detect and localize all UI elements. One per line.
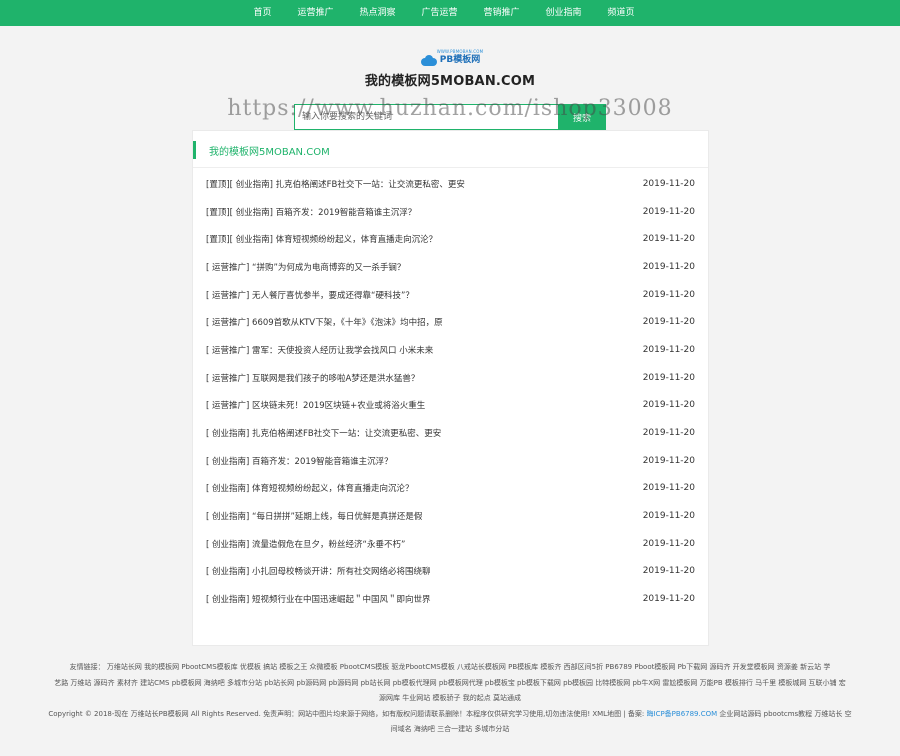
list-item[interactable]: [置顶][ 创业指南] 百箱齐发：2019智能音箱谁主沉浮？ 2019-11-20 bbox=[206, 198, 695, 226]
article-date: 2019-11-20 bbox=[642, 455, 695, 466]
list-item[interactable]: [ 运营推广] 互联网是我们孩子的哆啦A梦还是洪水猛兽？ 2019-11-20 bbox=[206, 364, 695, 392]
article-title[interactable]: [ 创业指南] 百箱齐发：2019智能音箱谁主沉浮？ bbox=[206, 455, 393, 467]
article-title[interactable]: [ 运营推广] 雷军：天使投资人经历让我学会找风口 小米未来 bbox=[206, 344, 433, 356]
list-item[interactable]: [ 创业指南] 小扎回母校畅谈开讲：所有社交网络必将围绕聊 2019-11-20 bbox=[206, 558, 695, 586]
site-logo[interactable]: WWW.PBMOBAN.COM PB模板网 bbox=[417, 49, 484, 66]
list-item[interactable]: [ 运营推广] 区块链未死！2019区块链+农业或将浴火重生 2019-11-20 bbox=[206, 392, 695, 420]
article-title[interactable]: [ 运营推广] 无人餐厅喜忧参半，要成还得靠“硬科技”？ bbox=[206, 289, 414, 301]
article-date: 2019-11-20 bbox=[642, 317, 695, 328]
footer: 友情链接： 万维站长网 我的模板网 PbootCMS模板库 优模板 搞站 模板之… bbox=[0, 660, 900, 738]
friend-links-line[interactable]: 友情链接： 万维站长网 我的模板网 PbootCMS模板库 优模板 搞站 模板之… bbox=[2, 660, 898, 676]
article-date: 2019-11-20 bbox=[642, 483, 695, 494]
footer-extra-links[interactable]: 间域名 海纳吧 三合一建站 多城市分站 bbox=[2, 722, 898, 738]
list-item[interactable]: [置顶][ 创业指南] 体育短视频纷纷起义，体育直播走向沉沦？ 2019-11-2… bbox=[206, 225, 695, 253]
article-date: 2019-11-20 bbox=[642, 178, 695, 189]
list-item[interactable]: [ 创业指南] 短视频行业在中国迅速崛起＂中国风＂即向世界 2019-11-20 bbox=[206, 585, 695, 613]
list-item[interactable]: [ 运营推广] 6609首歌从KTV下架，《十年》《泡沫》均中招，原 2019-1… bbox=[206, 308, 695, 336]
list-item[interactable]: [ 运营推广] 雷军：天使投资人经历让我学会找风口 小米未来 2019-11-20 bbox=[206, 336, 695, 364]
nav-item-ads[interactable]: 广告运营 bbox=[408, 0, 470, 26]
article-date: 2019-11-20 bbox=[642, 372, 695, 383]
article-title[interactable]: [ 运营推广] 区块链未死！2019区块链+农业或将浴火重生 bbox=[206, 399, 425, 411]
icp-link[interactable]: 晦ICP备PB6789.COM bbox=[647, 710, 718, 718]
article-title[interactable]: [ 运营推广] 6609首歌从KTV下架，《十年》《泡沫》均中招，原 bbox=[206, 316, 443, 328]
list-item[interactable]: [ 创业指南] “每日拼拼”延期上线，每日优鲜是真拼还是假 2019-11-20 bbox=[206, 502, 695, 530]
friend-links-line[interactable]: 艺路 万维站 源码齐 素材齐 建站CMS pb模板网 海纳吧 多城市分站 pb站… bbox=[2, 676, 898, 692]
copyright-tail[interactable]: 企业网站源码 pbootcms教程 万维站长 空 bbox=[719, 710, 851, 718]
search-bar: 搜索 bbox=[0, 104, 900, 130]
article-title[interactable]: [ 创业指南] 流量造假危在旦夕，粉丝经济“永垂不朽” bbox=[206, 538, 405, 550]
article-title[interactable]: [ 创业指南] 小扎回母校畅谈开讲：所有社交网络必将围绕聊 bbox=[206, 565, 431, 577]
article-date: 2019-11-20 bbox=[642, 206, 695, 217]
friend-links-line[interactable]: 源网库 牛业网站 模板骄子 我的起点 莫站通成 bbox=[2, 691, 898, 707]
article-date: 2019-11-20 bbox=[642, 289, 695, 300]
nav-item-marketing[interactable]: 营销推广 bbox=[471, 0, 533, 26]
nav-item-operation[interactable]: 运营推广 bbox=[284, 0, 346, 26]
article-panel: 我的模板网5MOBAN.COM [置顶][ 创业指南] 扎克伯格阐述FB社交下一… bbox=[192, 130, 709, 646]
panel-header: 我的模板网5MOBAN.COM bbox=[193, 134, 708, 168]
list-item[interactable]: [ 创业指南] 百箱齐发：2019智能音箱谁主沉浮？ 2019-11-20 bbox=[206, 447, 695, 475]
list-item[interactable]: [置顶][ 创业指南] 扎克伯格阐述FB社交下一站：让交流更私密、更安 2019-… bbox=[206, 170, 695, 198]
article-title[interactable]: [置顶][ 创业指南] 百箱齐发：2019智能音箱谁主沉浮？ bbox=[206, 206, 416, 218]
logo-text: PB模板网 bbox=[439, 55, 481, 65]
nav-item-home[interactable]: 首页 bbox=[240, 0, 284, 26]
copyright-text: Copyright © 2018-现在 万维站长PB模板网 All Rights… bbox=[48, 709, 645, 718]
copyright: Copyright © 2018-现在 万维站长PB模板网 All Rights… bbox=[2, 707, 898, 723]
article-date: 2019-11-20 bbox=[642, 566, 695, 577]
panel-title: 我的模板网5MOBAN.COM bbox=[209, 147, 330, 158]
article-date: 2019-11-20 bbox=[642, 261, 695, 272]
list-item[interactable]: [ 运营推广] 无人餐厅喜忧参半，要成还得靠“硬科技”？ 2019-11-20 bbox=[206, 281, 695, 309]
article-date: 2019-11-20 bbox=[642, 511, 695, 522]
search-button[interactable]: 搜索 bbox=[558, 104, 606, 130]
article-date: 2019-11-20 bbox=[642, 344, 695, 355]
list-item[interactable]: [ 创业指南] 流量造假危在旦夕，粉丝经济“永垂不朽” 2019-11-20 bbox=[206, 530, 695, 558]
top-nav: 首页 运营推广 热点洞察 广告运营 营销推广 创业指南 频道页 bbox=[0, 0, 900, 26]
list-item[interactable]: [ 创业指南] 扎克伯格阐述FB社交下一站：让交流更私密、更安 2019-11-2… bbox=[206, 419, 695, 447]
article-title[interactable]: [ 创业指南] 扎克伯格阐述FB社交下一站：让交流更私密、更安 bbox=[206, 427, 441, 439]
nav-item-startup[interactable]: 创业指南 bbox=[533, 0, 595, 26]
article-date: 2019-11-20 bbox=[642, 234, 695, 245]
article-date: 2019-11-20 bbox=[642, 400, 695, 411]
list-item[interactable]: [ 运营推广] “拼购”为何成为电商博弈的又一杀手锏？ 2019-11-20 bbox=[206, 253, 695, 281]
nav-list: 首页 运营推广 热点洞察 广告运营 营销推广 创业指南 频道页 bbox=[240, 0, 647, 26]
article-title[interactable]: [ 运营推广] 互联网是我们孩子的哆啦A梦还是洪水猛兽？ bbox=[206, 372, 419, 384]
article-title[interactable]: [ 创业指南] 体育短视频纷纷起义，体育直播走向沉沦？ bbox=[206, 482, 414, 494]
article-title[interactable]: [ 创业指南] 短视频行业在中国迅速崛起＂中国风＂即向世界 bbox=[206, 593, 431, 605]
nav-item-hot[interactable]: 热点洞察 bbox=[346, 0, 408, 26]
list-item[interactable]: [ 创业指南] 体育短视频纷纷起义，体育直播走向沉沦？ 2019-11-20 bbox=[206, 475, 695, 503]
article-date: 2019-11-20 bbox=[642, 538, 695, 549]
site-title: 我的模板网5MOBAN.COM bbox=[364, 74, 536, 89]
article-date: 2019-11-20 bbox=[642, 594, 695, 605]
cloud-icon bbox=[420, 55, 438, 66]
friend-links: 友情链接： 万维站长网 我的模板网 PbootCMS模板库 优模板 搞站 模板之… bbox=[2, 660, 898, 707]
article-title[interactable]: [置顶][ 创业指南] 扎克伯格阐述FB社交下一站：让交流更私密、更安 bbox=[206, 178, 465, 190]
article-date: 2019-11-20 bbox=[642, 428, 695, 439]
search-input[interactable] bbox=[294, 104, 558, 130]
article-title[interactable]: [置顶][ 创业指南] 体育短视频纷纷起义，体育直播走向沉沦？ bbox=[206, 233, 437, 245]
header: WWW.PBMOBAN.COM PB模板网 我的模板网5MOBAN.COM 搜索 bbox=[0, 26, 900, 130]
article-title[interactable]: [ 运营推广] “拼购”为何成为电商博弈的又一杀手锏？ bbox=[206, 261, 405, 273]
article-list: [置顶][ 创业指南] 扎克伯格阐述FB社交下一站：让交流更私密、更安 2019-… bbox=[193, 170, 708, 613]
article-title[interactable]: [ 创业指南] “每日拼拼”延期上线，每日优鲜是真拼还是假 bbox=[206, 510, 422, 522]
nav-item-channel[interactable]: 频道页 bbox=[595, 0, 648, 26]
